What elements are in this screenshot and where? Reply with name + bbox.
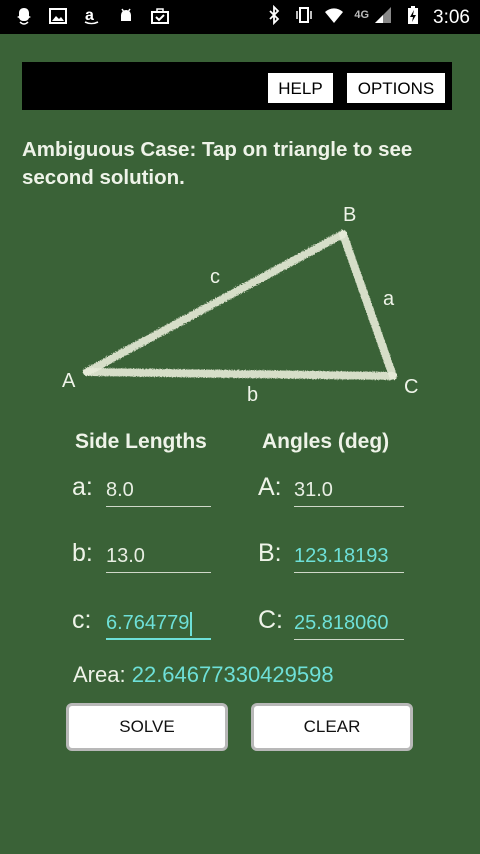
side-b-value: 13.0	[106, 545, 145, 567]
area-value: 22.64677330429598	[131, 662, 334, 687]
briefcase-check-icon	[150, 6, 170, 31]
side-b-line	[83, 368, 397, 380]
triangle-diagram[interactable]: A B C a b c	[0, 190, 480, 420]
angle-b-input[interactable]: 123.18193	[294, 539, 404, 573]
action-bar: HELP OPTIONS	[22, 62, 452, 110]
side-c-value: 6.764779	[106, 612, 190, 634]
clock: 3:06	[433, 6, 470, 28]
side-c-input[interactable]: 6.764779	[106, 606, 211, 640]
network-type: 4G	[354, 8, 370, 21]
side-b-field-label: b:	[72, 539, 93, 567]
clear-button[interactable]: CLEAR	[251, 703, 413, 751]
area-label: Area:	[73, 662, 126, 687]
angle-a-field-label: A:	[258, 473, 282, 501]
amazon-icon: a	[82, 6, 102, 31]
bluetooth-icon	[264, 4, 284, 30]
android-debug-icon	[116, 6, 136, 31]
angle-b-value: 123.18193	[294, 545, 389, 567]
side-c-label: c	[210, 266, 220, 288]
text-cursor	[190, 611, 193, 636]
triangle-shape[interactable]	[83, 230, 397, 380]
side-a-input[interactable]: 8.0	[106, 473, 211, 507]
cell-signal-icon	[373, 5, 393, 30]
angle-a-value: 31.0	[294, 479, 333, 501]
side-a-field-label: a:	[72, 473, 93, 501]
status-bar: a 4G 3:06	[0, 0, 480, 34]
instruction-text: Ambiguous Case: Tap on triangle to see s…	[22, 138, 413, 189]
snapchat-icon	[14, 6, 34, 31]
options-button[interactable]: OPTIONS	[346, 72, 446, 104]
vertex-b-label: B	[343, 204, 357, 226]
vibrate-icon	[294, 5, 314, 30]
image-icon	[48, 6, 68, 31]
angle-c-field-label: C:	[258, 606, 283, 634]
vertex-a-label: A	[62, 370, 76, 392]
solve-button[interactable]: SOLVE	[66, 703, 228, 751]
side-lengths-heading: Side Lengths	[75, 430, 207, 453]
notification-icons: a	[14, 6, 170, 31]
side-c-field-label: c:	[72, 606, 92, 634]
angle-c-input[interactable]: 25.818060	[294, 606, 404, 640]
system-icons: 4G 3:06	[264, 4, 470, 30]
wifi-icon	[324, 5, 344, 30]
side-c-line	[83, 230, 347, 376]
battery-charging-icon	[403, 5, 423, 30]
angle-b-field-label: B:	[258, 539, 282, 567]
angles-heading: Angles (deg)	[262, 430, 390, 453]
svg-text:a: a	[85, 7, 94, 24]
angle-a-input[interactable]: 31.0	[294, 473, 404, 507]
side-b-label: b	[247, 384, 259, 406]
vertex-c-label: C	[404, 376, 419, 398]
help-button[interactable]: HELP	[267, 72, 334, 104]
side-a-value: 8.0	[106, 479, 134, 501]
side-a-label: a	[383, 288, 395, 310]
angle-c-value: 25.818060	[294, 612, 389, 634]
side-b-input[interactable]: 13.0	[106, 539, 211, 573]
area-readout: Area: 22.64677330429598	[73, 662, 334, 688]
